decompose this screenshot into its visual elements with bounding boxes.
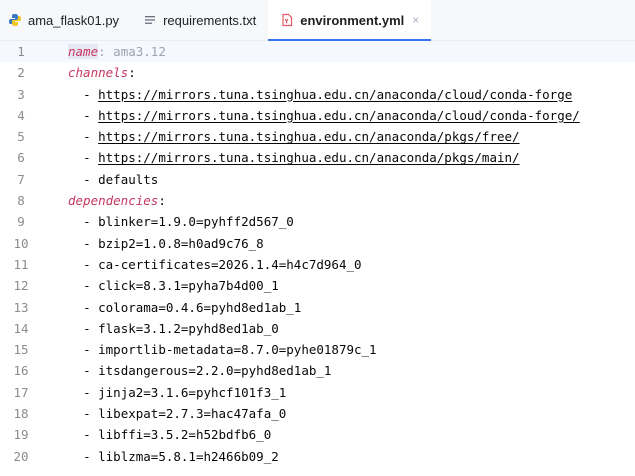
yaml-key: name [68,44,99,59]
list-dash: - [83,320,99,336]
line-number: 6 [17,150,25,166]
list-dash: - [83,427,99,443]
list-dash: - [83,448,99,464]
dependency-spec: click=8.3.1=pyha7b4d00_1 [98,278,279,294]
code-line: 16 - itsdangerous=2.2.0=pyhd8ed1ab_1 [0,360,635,381]
code-line: 17 - jinja2=3.1.6=pyhcf101f3_1 [0,382,635,403]
list-dash: - [83,171,99,187]
line-number: 7 [17,171,25,187]
close-tab-icon[interactable]: × [412,13,419,27]
editor-tab-bar: ama_flask01.py requirements.txt environm… [0,0,635,41]
line-number: 16 [13,363,29,379]
list-dash: - [83,86,99,102]
dependency-spec: bzip2=1.0.8=h0ad9c76_8 [98,235,264,251]
dependency-spec: colorama=0.4.6=pyhd8ed1ab_1 [98,299,302,315]
yaml-key: dependencies [68,193,159,209]
tab-requirements-txt[interactable]: requirements.txt [131,0,268,40]
dependency-spec: libexpat=2.7.3=hac47afa_0 [98,406,287,422]
tab-ama-flask01-py[interactable]: ama_flask01.py [0,0,131,40]
code-line: 8 dependencies: [0,190,635,211]
line-number: 11 [13,256,29,272]
list-dash: - [83,107,99,123]
dependency-spec: ca-certificates=2026.1.4=h4c7d964_0 [98,256,362,272]
tab-label: environment.yml [300,12,405,28]
code-line: 3 - https://mirrors.tuna.tsinghua.edu.cn… [0,84,635,105]
line-number: 19 [13,427,29,443]
code-line: 13 - colorama=0.4.6=pyhd8ed1ab_1 [0,297,635,318]
python-file-icon [8,13,22,27]
code-line: 12 - click=8.3.1=pyha7b4d00_1 [0,275,635,296]
code-line: 20 - liblzma=5.8.1=h2466b09_2 [0,446,635,467]
list-dash: - [83,406,99,422]
text-file-icon [143,13,157,27]
list-dash: - [83,256,99,272]
dependency-spec: flask=3.1.2=pyhd8ed1ab_0 [98,320,279,336]
line-number: 14 [13,320,29,336]
code-line: 15 - importlib-metadata=8.7.0=pyhe01879c… [0,339,635,360]
dependency-spec: liblzma=5.8.1=h2466b09_2 [98,448,279,464]
code-line: 6 - https://mirrors.tuna.tsinghua.edu.cn… [0,147,635,168]
code-line: 18 - libexpat=2.7.3=hac47afa_0 [0,403,635,424]
tab-label: ama_flask01.py [28,12,120,28]
code-line: 1 name: ama3.12 [0,41,635,63]
code-line: 9 - blinker=1.9.0=pyhff2d567_0 [0,211,635,232]
code-line: 2 channels: [0,62,635,83]
code-line: 4 - https://mirrors.tuna.tsinghua.edu.cn… [0,105,635,126]
line-number: 9 [17,214,25,230]
code-line: 14 - flask=3.1.2=pyhd8ed1ab_0 [0,318,635,339]
list-dash: - [83,384,99,400]
list-dash: - [83,214,99,230]
tab-environment-yml[interactable]: environment.yml × [268,0,432,41]
list-value: defaults [98,171,159,187]
yaml-separator: : [158,193,166,209]
line-number: 12 [13,278,29,294]
channel-url-link[interactable]: https://mirrors.tuna.tsinghua.edu.cn/ana… [98,108,580,123]
list-dash: - [83,299,99,315]
dependency-spec: jinja2=3.1.6=pyhcf101f3_1 [98,384,287,400]
line-number: 1 [17,44,25,59]
yaml-key: channels [68,65,129,81]
code-line: 19 - libffi=3.5.2=h52bdfb6_0 [0,424,635,445]
code-line: 11 - ca-certificates=2026.1.4=h4c7d964_0 [0,254,635,275]
tab-label: requirements.txt [163,12,257,28]
list-dash: - [83,278,99,294]
line-number: 3 [17,86,25,102]
line-number: 20 [13,448,29,464]
line-number: 10 [13,235,29,251]
line-number: 17 [13,384,29,400]
line-number: 15 [13,342,29,358]
line-number: 2 [17,65,25,81]
list-dash: - [83,235,99,251]
line-number: 5 [17,129,25,145]
channel-url-link[interactable]: https://mirrors.tuna.tsinghua.edu.cn/ana… [98,87,572,102]
list-dash: - [83,129,99,145]
channel-url-link[interactable]: https://mirrors.tuna.tsinghua.edu.cn/ana… [98,150,519,165]
line-number: 4 [17,107,25,123]
line-number: 8 [17,193,25,209]
dependency-spec: itsdangerous=2.2.0=pyhd8ed1ab_1 [98,363,332,379]
yaml-value: ama3.12 [113,44,166,59]
dependency-spec: libffi=3.5.2=h52bdfb6_0 [98,427,272,443]
list-dash: - [83,150,99,166]
yaml-separator: : [128,65,136,81]
dependency-spec: blinker=1.9.0=pyhff2d567_0 [98,214,294,230]
code-line: 10 - bzip2=1.0.8=h0ad9c76_8 [0,233,635,254]
code-line: 5 - https://mirrors.tuna.tsinghua.edu.cn… [0,126,635,147]
code-editor[interactable]: 1 name: ama3.12 2 channels: 3 - https://… [0,41,635,476]
yaml-file-icon [280,13,294,27]
list-dash: - [83,363,99,379]
line-number: 13 [13,299,29,315]
line-number: 18 [13,406,29,422]
yaml-separator: : [98,44,114,59]
list-dash: - [83,342,99,358]
dependency-spec: importlib-metadata=8.7.0=pyhe01879c_1 [98,342,377,358]
code-line: 7 - defaults [0,169,635,190]
channel-url-link[interactable]: https://mirrors.tuna.tsinghua.edu.cn/ana… [98,129,519,144]
